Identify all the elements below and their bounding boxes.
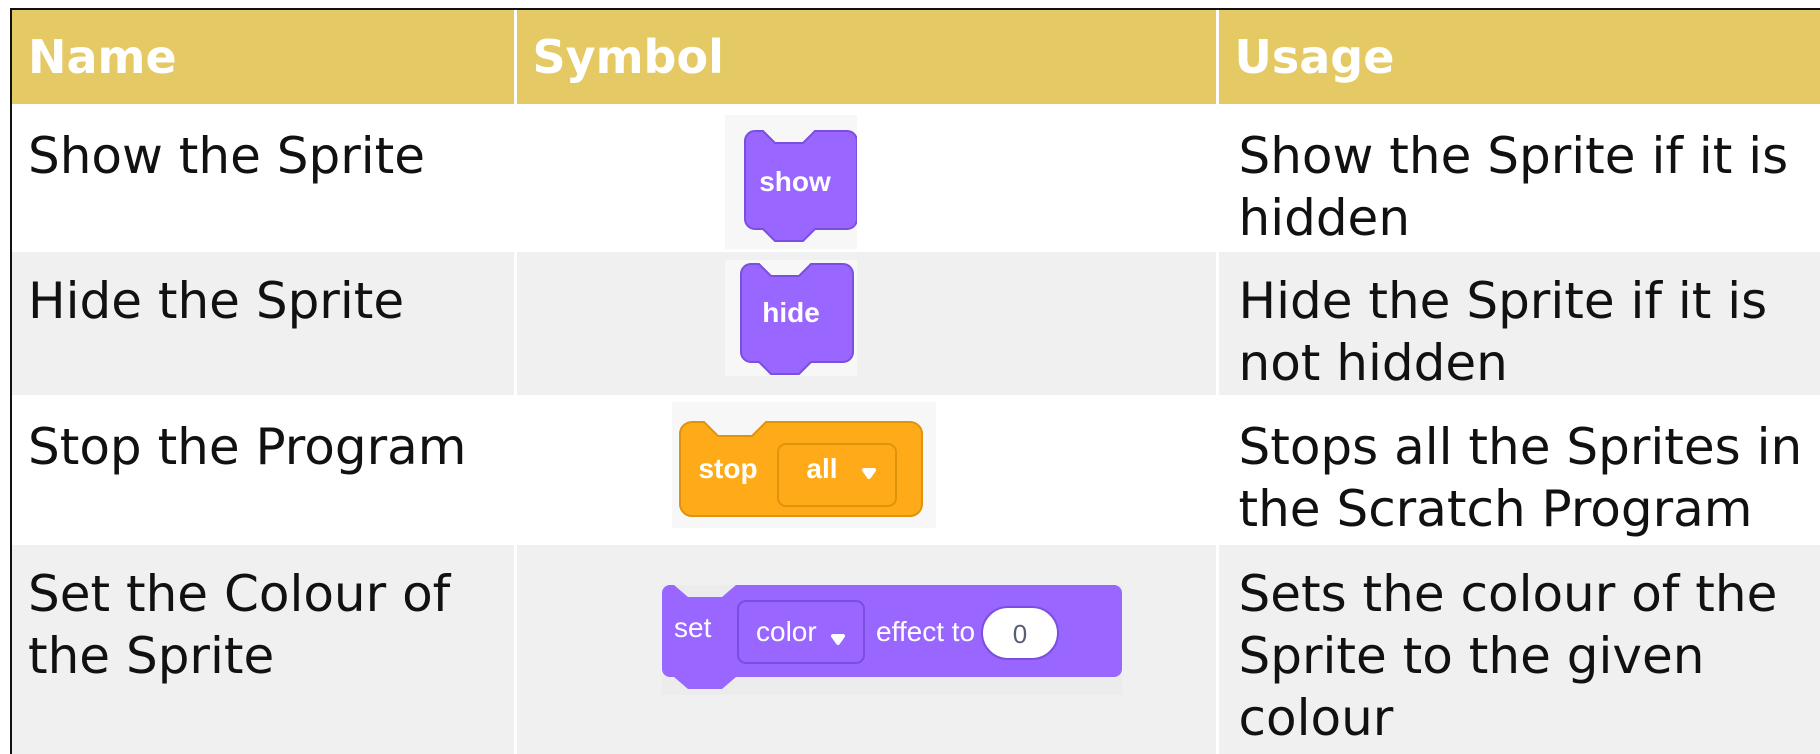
table-row: Set the Colour of the Sprite set color e… xyxy=(12,542,1820,754)
show-block: show xyxy=(724,115,857,251)
row-symbol: stop all xyxy=(515,395,1219,544)
row-symbol: set color effect to 0 xyxy=(515,542,1219,754)
stop-block-label: stop xyxy=(698,453,757,484)
set-effect-block: set color effect to 0 xyxy=(661,585,1122,695)
table-row: Show the Sprite show Show the Sprite if … xyxy=(12,104,1820,251)
effect-dropdown-value: color xyxy=(756,616,817,647)
set-block-label: set xyxy=(674,612,712,643)
show-block-label: show xyxy=(759,166,831,197)
row-name: Set the Colour of the Sprite xyxy=(12,542,517,754)
row-name: Hide the Sprite xyxy=(12,249,517,397)
table-row: Hide the Sprite hide Hide the Sprite if … xyxy=(12,249,1820,397)
row-usage: Sets the colour of the Sprite to the giv… xyxy=(1217,542,1820,754)
row-usage: Show the Sprite if it is hidden xyxy=(1217,104,1820,251)
hide-block: hide xyxy=(724,260,857,376)
effect-value: 0 xyxy=(1012,619,1026,649)
row-symbol: show xyxy=(515,104,1219,251)
row-usage: Hide the Sprite if it is not hidden xyxy=(1217,249,1820,397)
header-usage: Usage xyxy=(1217,10,1820,106)
stop-dropdown-value: all xyxy=(806,453,837,484)
stop-block: stop all xyxy=(671,402,936,528)
row-name: Show the Sprite xyxy=(12,104,517,251)
row-name: Stop the Program xyxy=(12,395,517,544)
table-row: Stop the Program stop all Stops all the … xyxy=(12,395,1820,544)
row-usage: Stops all the Sprites in the Scratch Pro… xyxy=(1217,395,1820,544)
scratch-blocks-table: Name Symbol Usage Show the Sprite show S… xyxy=(12,10,1820,754)
effect-to-label: effect to xyxy=(876,616,975,647)
table-header-row: Name Symbol Usage xyxy=(12,10,1820,106)
blocks-table-frame: Name Symbol Usage Show the Sprite show S… xyxy=(10,8,1820,754)
header-symbol: Symbol xyxy=(515,10,1219,106)
hide-block-label: hide xyxy=(762,297,820,328)
header-name: Name xyxy=(12,10,517,106)
row-symbol: hide xyxy=(515,249,1219,397)
